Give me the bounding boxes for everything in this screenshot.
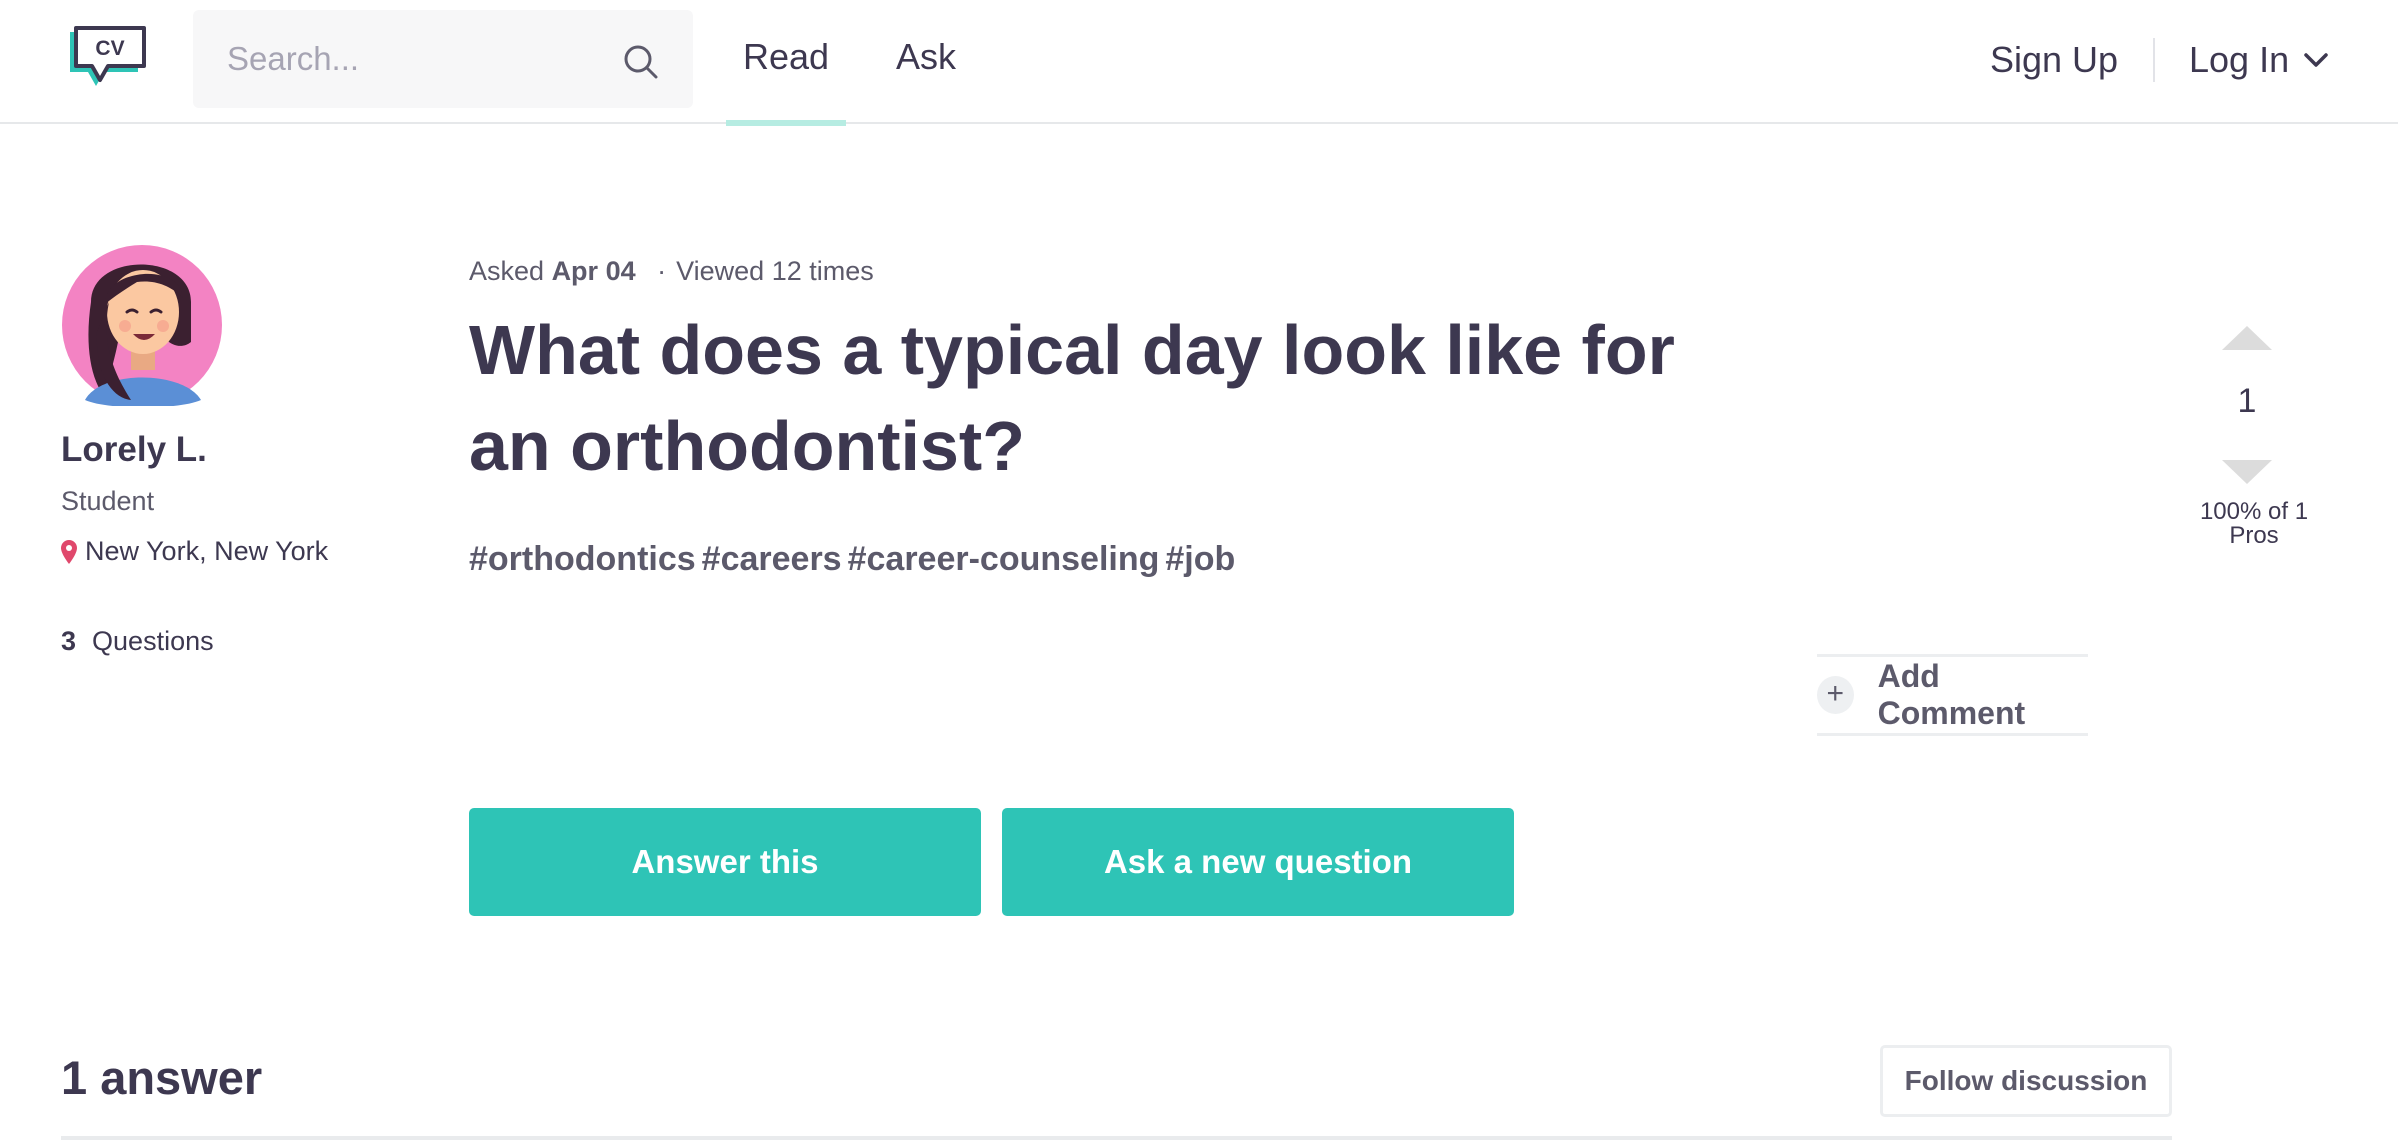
author-location: New York, New York bbox=[61, 536, 328, 567]
vote-count: 1 bbox=[2237, 382, 2257, 420]
chevron-down-icon bbox=[2304, 53, 2328, 67]
vote-pros-label: Pros bbox=[2229, 522, 2279, 549]
asked-prefix: Asked bbox=[469, 256, 545, 286]
search-input[interactable] bbox=[193, 10, 623, 108]
plus-icon: + bbox=[1817, 676, 1854, 714]
tag-careers[interactable]: #careers bbox=[702, 540, 842, 578]
meta-separator: · bbox=[657, 256, 667, 286]
question-tags: #orthodontics #careers #career-counseling #… bbox=[469, 540, 1241, 579]
logo-text: CV bbox=[95, 37, 124, 60]
sign-up-link[interactable]: Sign Up bbox=[1990, 30, 2118, 90]
author-name[interactable]: Lorely L. bbox=[61, 430, 207, 470]
author-role: Student bbox=[61, 486, 155, 516]
question-meta: Asked Apr 04 · Viewed 12 times bbox=[469, 256, 874, 287]
vote-pros-summary: 100% of 1 Pros bbox=[2190, 500, 2318, 548]
tab-read[interactable]: Read bbox=[726, 0, 846, 126]
header-divider bbox=[2153, 38, 2155, 82]
follow-discussion-button[interactable]: Follow discussion bbox=[1880, 1045, 2172, 1117]
view-count: Viewed 12 times bbox=[676, 256, 874, 286]
log-in-menu[interactable]: Log In bbox=[2189, 30, 2329, 90]
tab-ask[interactable]: Ask bbox=[880, 0, 972, 124]
search-icon[interactable] bbox=[623, 44, 659, 80]
tag-orthodontics[interactable]: #orthodontics bbox=[469, 540, 696, 578]
upvote-icon[interactable] bbox=[2222, 326, 2272, 350]
cv-logo-icon[interactable]: CV bbox=[66, 24, 148, 94]
log-in-label: Log In bbox=[2189, 39, 2290, 80]
answers-heading: 1 answer bbox=[61, 1051, 263, 1104]
downvote-icon[interactable] bbox=[2222, 460, 2272, 484]
question-title: What does a typical day look like for an… bbox=[469, 311, 1675, 485]
questions-label: Questions bbox=[92, 626, 214, 656]
answers-divider bbox=[61, 1136, 2172, 1140]
avatar[interactable] bbox=[61, 232, 223, 406]
add-comment-button[interactable]: + Add Comment bbox=[1817, 654, 2088, 736]
tag-job[interactable]: #job bbox=[1165, 540, 1235, 578]
top-navigation-bar: CV Read Ask Sign Up Log In bbox=[0, 0, 2398, 126]
vote-pros-percent: 100% of 1 bbox=[2199, 498, 2309, 525]
tag-career-counseling[interactable]: #career-counseling bbox=[848, 540, 1160, 578]
add-comment-label: Add Comment bbox=[1877, 658, 2026, 731]
map-pin-icon bbox=[61, 539, 77, 564]
questions-count: 3 bbox=[61, 626, 77, 656]
author-questions-count[interactable]: 3 Questions bbox=[61, 626, 214, 657]
asked-date: Apr 04 bbox=[551, 256, 636, 286]
answer-this-button[interactable]: Answer this bbox=[469, 808, 981, 916]
location-text: New York, New York bbox=[85, 536, 329, 566]
search-box bbox=[193, 10, 693, 108]
ask-new-question-button[interactable]: Ask a new question bbox=[1002, 808, 1514, 916]
